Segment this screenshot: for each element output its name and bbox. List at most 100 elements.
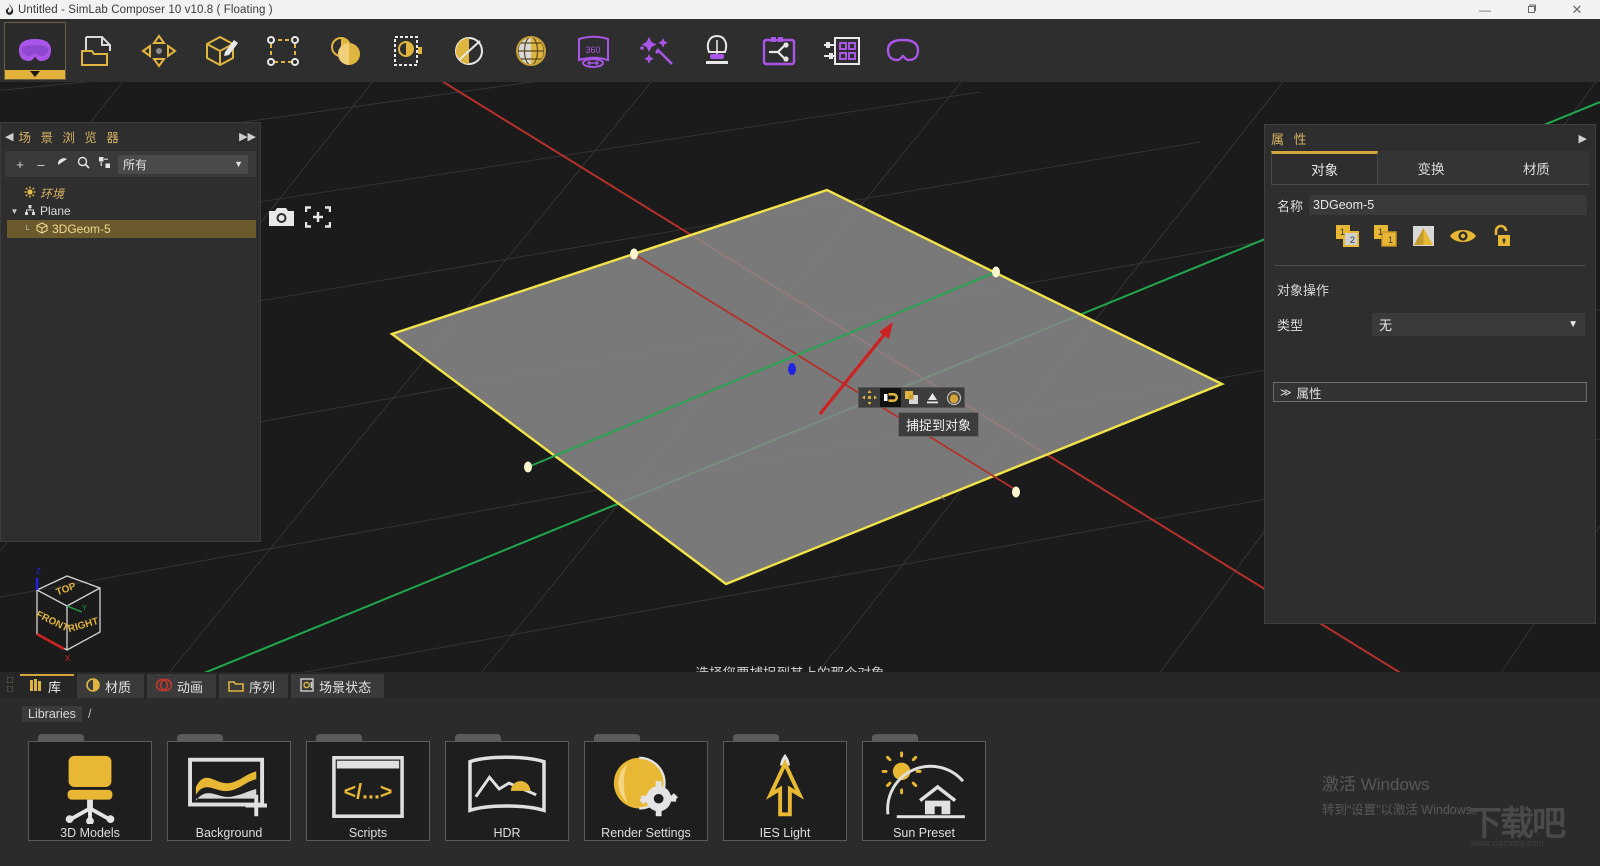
bottom-tab-bar: ☐ ☐ 库 材质 动画 序列 场景状态 [0,672,1600,698]
scene-browser-expand-icon[interactable]: ▶▶ [239,130,256,143]
tab-animation[interactable]: 动画 [147,674,217,698]
globe-icon [516,35,546,66]
library-item-label: HDR [493,826,521,840]
sequence-folder-icon [228,678,244,695]
breadcrumb-root[interactable]: Libraries [22,706,82,722]
expand-icon[interactable]: ☐ [6,685,13,694]
toolbar-button-render-sphere[interactable] [438,22,500,80]
toolbar-button-materials[interactable] [314,22,376,80]
tab-library[interactable]: 库 [20,674,75,698]
toolbar-button-grid-layout[interactable] [810,22,872,80]
properties-header: 属 性 ▶ [1265,125,1595,151]
toolbar-button-selection-box[interactable] [252,22,314,80]
watermark-line1: 激活 Windows [1322,775,1430,794]
tab-object[interactable]: 对象 [1271,151,1379,184]
search-icon[interactable] [76,156,90,172]
library-item-ies-light[interactable]: IES Light [723,734,847,841]
viewport-hint-text: 选择您要捕捉到其上的那个对象 [640,662,940,672]
tree-item-3dgeom-5[interactable]: └ 3DGeom-5 [7,220,256,238]
visibility-icon[interactable] [55,156,69,172]
site-logo-url: www.xiazaiba.com [1470,838,1545,848]
properties-title: 属 性 [1271,131,1310,147]
toolbar-button-automation[interactable] [748,22,810,80]
object-name-input[interactable]: 3DGeom-5 [1309,195,1587,215]
collapse-icon[interactable]: ☐ [6,676,13,685]
library-item-label: IES Light [759,826,811,840]
library-item-render-settings[interactable]: Render Settings [584,734,708,841]
refresh-icon[interactable] [97,156,111,172]
viewport-3d[interactable]: ◀ 场 景 浏 览 器 ▶▶ + – 所有 ▼ 环境 ▼ Plane └ 3DG… [0,82,1600,672]
tree-twisty[interactable]: ▼ [9,207,20,216]
tree-item-label: 环境 [40,186,65,201]
tab-material[interactable]: 材质 [1483,151,1589,184]
navcube-top-label[interactable]: TOP [55,581,78,598]
tab-sequence[interactable]: 序列 [219,674,289,698]
duplicate-icon[interactable]: 11 [1373,224,1399,253]
close-button[interactable]: ✕ [1554,0,1600,19]
toolbar-button-move[interactable] [128,22,190,80]
tab-transform[interactable]: 变换 [1378,151,1484,184]
vr-headset-icon [19,38,51,61]
library-item-3d-models[interactable]: 3D Models [28,734,152,841]
shading-smooth-icon[interactable] [1411,224,1437,253]
toolbar-button-open-file[interactable] [66,22,128,80]
library-item-label: Background [195,826,263,840]
properties-tabs: 对象 变换 材质 [1271,151,1589,185]
snap-to-face-button[interactable] [901,388,922,407]
panorama-360-label: 360 [585,45,600,55]
toolbar-button-lighting[interactable] [686,22,748,80]
toolbar-button-globe[interactable] [500,22,562,80]
title-bar: Untitled - SimLab Composer 10 v10.8 ( Fl… [0,0,1600,19]
library-item-scripts[interactable]: </...> Scripts [306,734,430,841]
properties-expand-icon[interactable]: ▶ [1579,132,1587,145]
tab-material[interactable]: 材质 [77,674,145,698]
toolbar-button-vr-viewer[interactable] [4,21,66,80]
toolbar-button-magic-effects[interactable] [624,22,686,80]
ies-light-icon [765,753,805,817]
library-item-label: Render Settings [601,826,691,840]
stacked-faces-icon [905,391,918,404]
navcube-front-label[interactable]: FRONT [34,609,70,634]
scene-state-icon [300,677,314,695]
attributes-label: 属性 [1296,386,1322,401]
attributes-section-header[interactable]: ≫ 属性 [1273,382,1587,402]
library-item-sun-preset[interactable]: Sun Preset [862,734,986,841]
scene-browser-panel: ◀ 场 景 浏 览 器 ▶▶ + – 所有 ▼ 环境 ▼ Plane └ 3DG… [0,122,261,542]
snap-rotate-button[interactable] [943,388,964,407]
maximize-button[interactable] [1508,0,1554,19]
snap-to-object-button[interactable] [880,388,901,407]
svg-text:2: 2 [1350,235,1355,245]
toolbar-button-panorama-360[interactable]: 360 [562,22,624,80]
object-type-dropdown[interactable]: 无 ▼ [1372,313,1585,336]
tree-item-plane[interactable]: ▼ Plane [7,202,256,220]
add-icon[interactable]: + [13,157,27,172]
visibility-eye-icon[interactable] [1449,226,1477,251]
remove-icon[interactable]: – [34,157,48,172]
frame-plus-icon[interactable] [304,206,332,233]
object-operations-label: 对象操作 [1277,283,1330,298]
toolbar-button-texture-page[interactable] [376,22,438,80]
snap-to-ground-button[interactable] [922,388,943,407]
snap-move-button[interactable] [859,388,880,407]
toolbar-button-vr-preview[interactable] [872,22,934,80]
navigation-cube[interactable]: TOP FRONT RIGHT Z X Y [12,562,122,672]
panel-corner-toggles[interactable]: ☐ ☐ [0,672,20,698]
scene-browser-filter-dropdown[interactable]: 所有 ▼ [118,154,248,174]
svg-text:</...>: </...> [344,780,393,804]
unlock-icon[interactable] [1489,224,1513,253]
toolbar-button-edit-geometry[interactable] [190,22,252,80]
navcube-right-label[interactable]: RIGHT [67,616,100,635]
copy-instance-icon[interactable]: 12 [1335,224,1361,253]
tree-item-environment[interactable]: 环境 [7,184,256,202]
camera-icon[interactable] [268,206,295,233]
scene-browser-collapse-icon[interactable]: ◀ [5,130,13,143]
tab-scene-state[interactable]: 场景状态 [291,674,385,698]
library-item-background[interactable]: Background [167,734,291,841]
minimize-button[interactable]: — [1462,0,1508,19]
background-image-icon [188,757,267,817]
library-item-hdr[interactable]: HDR [445,734,569,841]
chevron-down-icon: ▼ [234,159,243,169]
chevron-expand-icon: ≫ [1280,386,1292,399]
sphere-page-icon [394,35,422,66]
scene-browser-header: ◀ 场 景 浏 览 器 ▶▶ [1,123,260,149]
